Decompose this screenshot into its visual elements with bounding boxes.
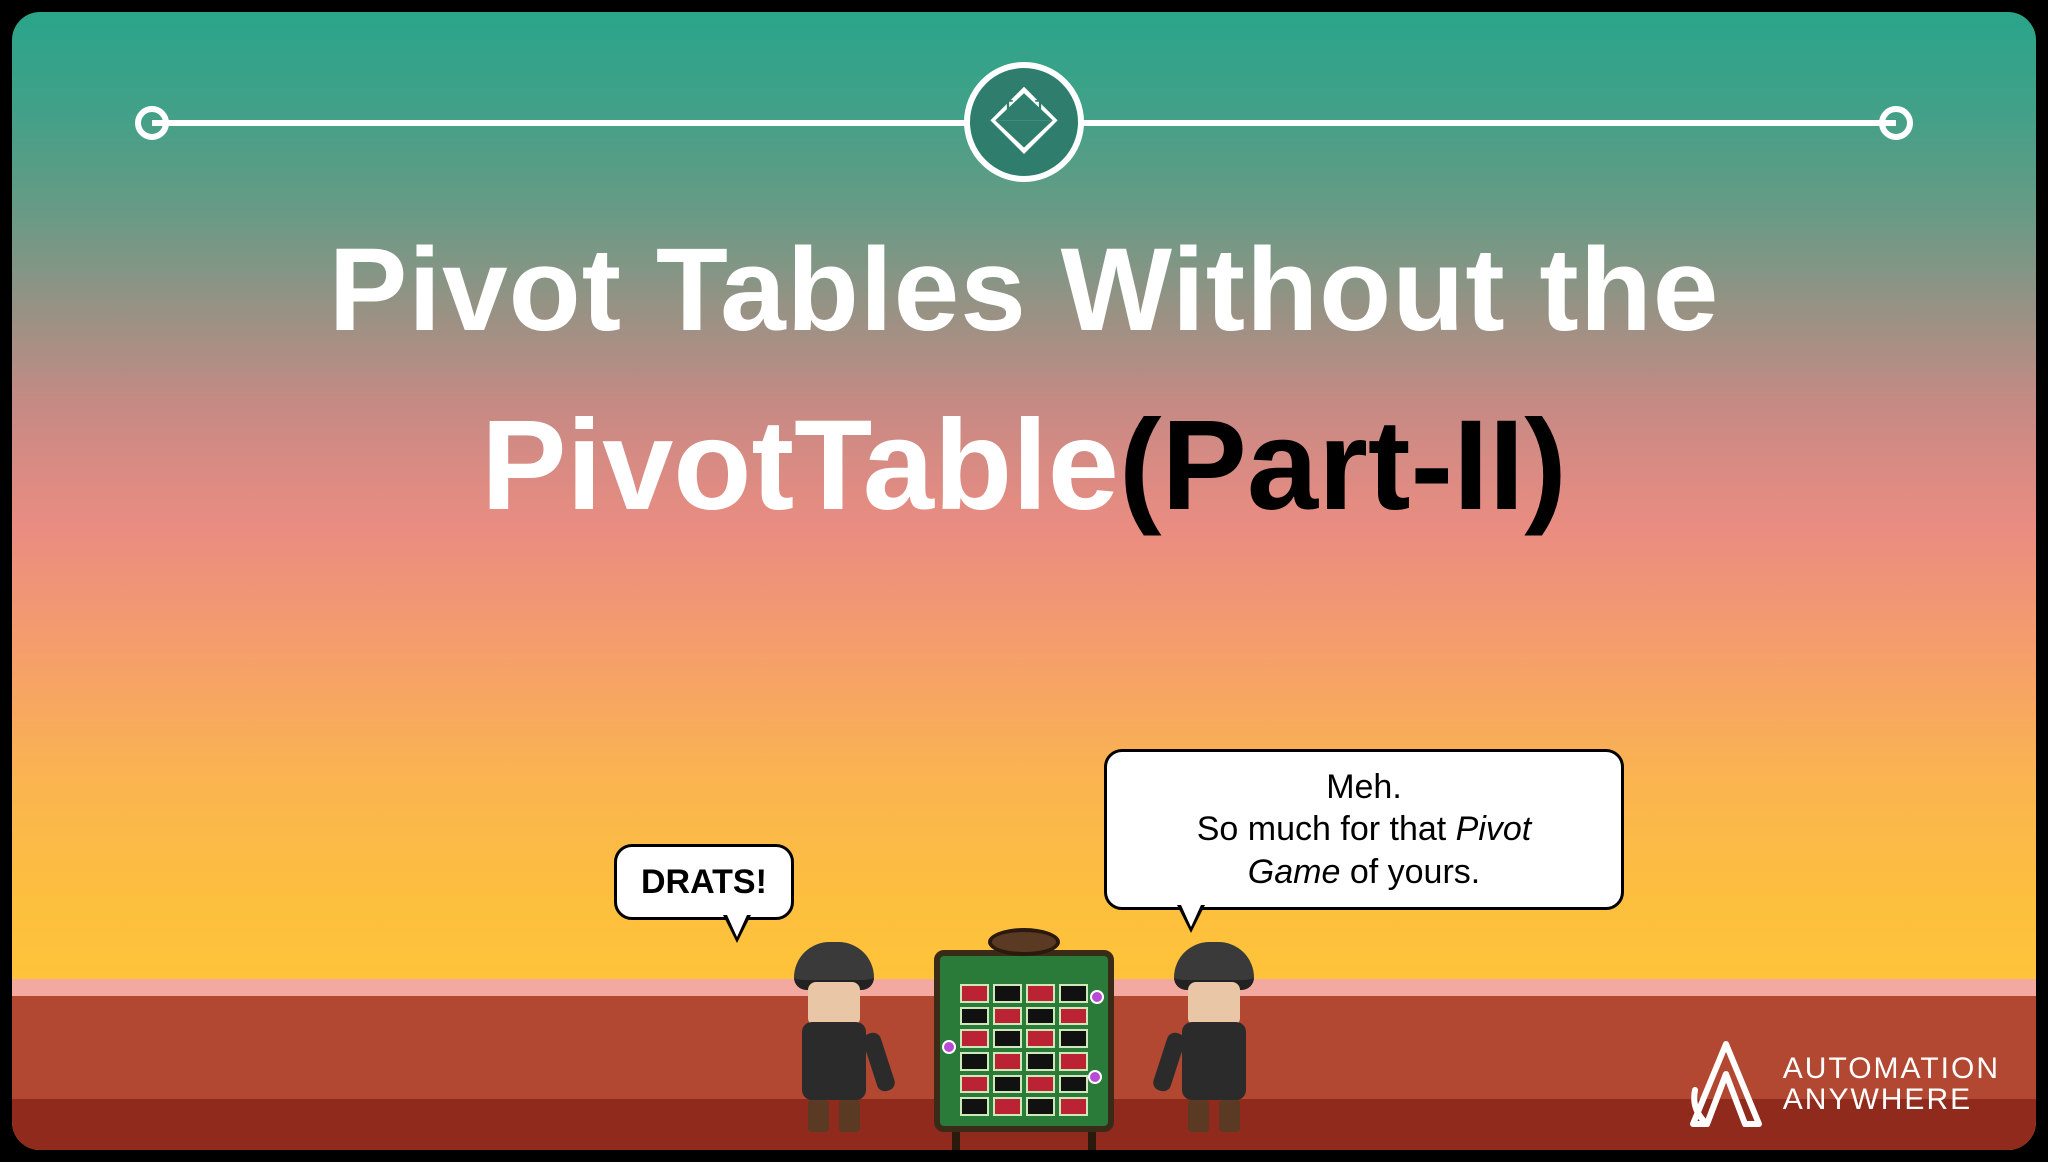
character-left-arm [861, 1031, 897, 1094]
roulette-grid [960, 984, 1088, 1116]
speech-right-em1: Pivot [1456, 810, 1532, 848]
badge-letter-c: C [1018, 119, 1030, 136]
speech-left-tail [723, 915, 751, 943]
roulette-table [934, 920, 1114, 1150]
title-part-2: (Part-II) [1119, 394, 1567, 537]
roulette-legs [952, 1132, 1096, 1150]
brand-line-1: AUTOMATION [1783, 1053, 2000, 1085]
header-rule-dot-right [1879, 106, 1913, 140]
pixel-scene [764, 890, 1284, 1150]
title-line-1: Pivot Tables Without the [12, 222, 2036, 358]
header-rule-dot-left [135, 106, 169, 140]
speech-right-em2: Game [1248, 853, 1341, 891]
speech-left-text: DRATS! [641, 863, 767, 901]
chip-icon [1088, 1070, 1102, 1084]
tct-badge-svg: T T C [984, 82, 1064, 162]
character-left [774, 942, 894, 1132]
character-right [1154, 942, 1274, 1132]
brand-logo: AUTOMATION ANYWHERE [1687, 1040, 2000, 1128]
speech-bubble-right: Meh. So much for that Pivot Game of your… [1104, 749, 1624, 911]
character-left-face [808, 982, 860, 1026]
slide-frame: T T C Pivot Tables Without the PivotTabl… [0, 0, 2048, 1162]
character-left-legs [808, 1100, 860, 1132]
title-pivot-table: PivotTable [481, 394, 1119, 537]
character-left-body [802, 1022, 866, 1100]
speech-right-line1: Meh. [1326, 768, 1402, 806]
speech-right-line3b: of yours. [1340, 853, 1480, 891]
chip-icon [942, 1040, 956, 1054]
roulette-wheel [988, 928, 1060, 956]
badge-letter-t1: T [1003, 98, 1013, 115]
chip-icon [1090, 990, 1104, 1004]
character-right-face [1188, 982, 1240, 1026]
character-right-legs [1188, 1100, 1240, 1132]
tct-badge: T T C [964, 62, 1084, 182]
brand-mark-icon [1687, 1040, 1765, 1128]
character-right-body [1182, 1022, 1246, 1100]
brand-line-2: ANYWHERE [1783, 1084, 2000, 1116]
title-line-2: PivotTable(Part-II) [12, 392, 2036, 539]
speech-right-line2a: So much for that [1197, 810, 1456, 848]
badge-letter-t2: T [1035, 98, 1045, 115]
brand-text: AUTOMATION ANYWHERE [1783, 1053, 2000, 1116]
